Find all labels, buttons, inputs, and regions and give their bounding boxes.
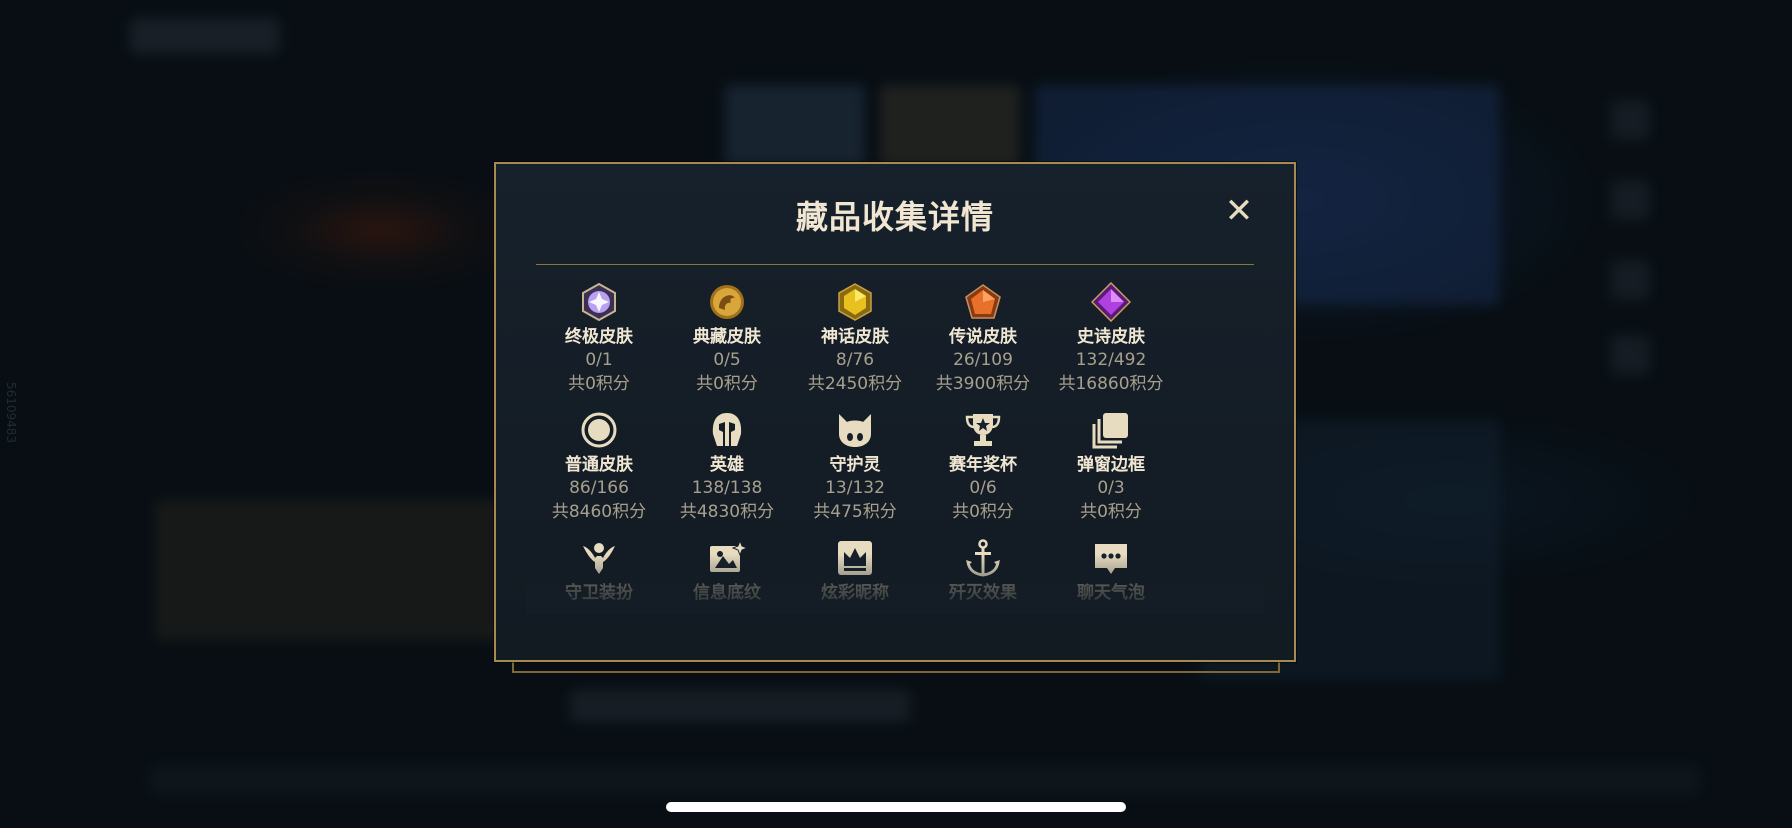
collection-item-epic-skin[interactable]: 史诗皮肤 132/492 共16860积分 xyxy=(1046,282,1176,396)
collection-item-champion[interactable]: 英雄 138/138 共4830积分 xyxy=(662,410,792,524)
item-points: 共2450积分 xyxy=(807,374,903,394)
close-button[interactable]: ✕ xyxy=(1222,194,1256,228)
item-points: 共4830积分 xyxy=(679,502,775,522)
item-count: 138/138 xyxy=(691,478,763,498)
title-divider xyxy=(536,264,1254,265)
item-name: 英雄 xyxy=(710,455,744,475)
collection-item-popup-frame[interactable]: 弹窗边框 0/3 共0积分 xyxy=(1046,410,1176,524)
item-count: 0/5 xyxy=(713,350,741,370)
item-points: 共0积分 xyxy=(568,374,630,394)
item-name: 普通皮肤 xyxy=(565,455,633,475)
collection-item-mythic-skin[interactable]: 神话皮肤 8/76 共2450积分 xyxy=(790,282,920,396)
champion-helmet-icon xyxy=(712,413,742,446)
chat-bubble-icon xyxy=(1095,544,1127,574)
item-name: 史诗皮肤 xyxy=(1077,327,1145,347)
collection-item-chat-bubble[interactable]: 聊天气泡 xyxy=(1046,538,1176,604)
modal-title: 藏品收集详情 xyxy=(795,198,994,236)
collection-item-little-legend[interactable]: 守护灵 13/132 共475积分 xyxy=(790,410,920,524)
collection-item-season-trophy[interactable]: 赛年奖杯 0/6 共0积分 xyxy=(918,410,1048,524)
collection-item-ward-skin[interactable]: 守卫装扮 xyxy=(534,538,664,604)
finisher-anchor-icon xyxy=(966,539,1000,577)
epic-skin-icon xyxy=(1091,282,1131,322)
collection-grid: 终极皮肤 0/1 共0积分 典藏皮肤 0/5 共0积分 神话皮肤 8/76 共2… xyxy=(534,282,1260,603)
item-count: 86/166 xyxy=(569,478,629,498)
item-name: 典藏皮肤 xyxy=(693,327,761,347)
popup-frame-icon xyxy=(1092,413,1128,449)
item-points: 共475积分 xyxy=(813,502,897,522)
collection-item-banner[interactable]: 信息底纹 xyxy=(662,538,792,604)
collection-item-prestige-skin[interactable]: 典藏皮肤 0/5 共0积分 xyxy=(662,282,792,396)
item-points: 共16860积分 xyxy=(1058,374,1164,394)
prestige-skin-icon xyxy=(710,285,744,319)
item-points: 共0积分 xyxy=(696,374,758,394)
item-points: 共8460积分 xyxy=(551,502,647,522)
item-points: 共0积分 xyxy=(1080,502,1142,522)
item-count: 0/1 xyxy=(585,350,613,370)
item-name: 终极皮肤 xyxy=(565,327,633,347)
item-name: 守卫装扮 xyxy=(565,583,633,603)
home-indicator[interactable] xyxy=(666,802,1126,812)
legendary-skin-icon xyxy=(965,284,1001,319)
item-name: 聊天气泡 xyxy=(1077,583,1145,603)
item-points: 共3900积分 xyxy=(935,374,1031,394)
collection-item-nickname[interactable]: 炫彩昵称 xyxy=(790,538,920,604)
item-count: 26/109 xyxy=(953,350,1013,370)
banner-icon xyxy=(710,539,747,572)
collection-item-ultimate-skin[interactable]: 终极皮肤 0/1 共0积分 xyxy=(534,282,664,396)
item-count: 132/492 xyxy=(1075,350,1147,370)
item-name: 弹窗边框 xyxy=(1077,455,1145,475)
standard-skin-icon xyxy=(581,412,617,448)
item-name: 炫彩昵称 xyxy=(821,583,889,603)
item-count: 13/132 xyxy=(825,478,885,498)
item-points: 共0积分 xyxy=(952,502,1014,522)
item-count: 8/76 xyxy=(835,350,875,370)
item-count: 0/3 xyxy=(1097,478,1125,498)
item-count: 0/6 xyxy=(969,478,997,498)
item-name: 信息底纹 xyxy=(693,583,761,603)
collection-details-modal: 藏品收集详情 ✕ 终极皮肤 0/1 共0积分 典藏皮肤 0/5 共0积分 神话皮… xyxy=(494,162,1296,662)
item-name: 神话皮肤 xyxy=(821,327,889,347)
item-name: 传说皮肤 xyxy=(949,327,1017,347)
item-name: 守护灵 xyxy=(829,455,881,475)
close-icon: ✕ xyxy=(1224,191,1254,231)
trophy-icon xyxy=(965,414,1001,446)
collection-item-legendary-skin[interactable]: 传说皮肤 26/109 共3900积分 xyxy=(918,282,1048,396)
ultimate-skin-icon xyxy=(582,282,616,322)
collection-item-finisher[interactable]: 歼灭效果 xyxy=(918,538,1048,604)
item-name: 歼灭效果 xyxy=(949,583,1017,603)
little-legend-icon xyxy=(839,414,871,447)
collection-item-standard-skin[interactable]: 普通皮肤 86/166 共8460积分 xyxy=(534,410,664,524)
mythic-skin-icon xyxy=(838,283,872,321)
item-name: 赛年奖杯 xyxy=(949,455,1017,475)
ward-skin-icon xyxy=(583,543,615,574)
nickname-crown-icon xyxy=(838,541,872,575)
